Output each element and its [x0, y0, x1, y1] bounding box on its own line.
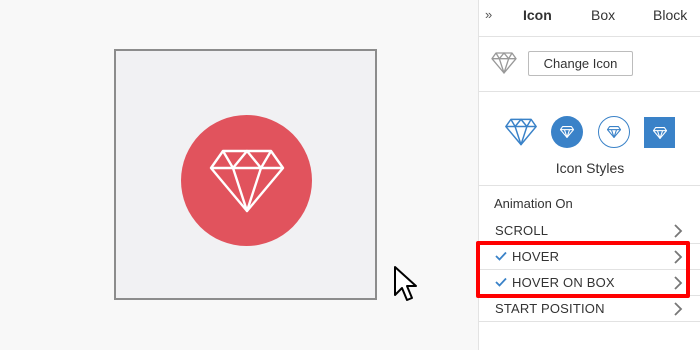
editor-canvas — [0, 0, 478, 350]
tab-icon[interactable]: Icon — [523, 7, 552, 23]
animation-item-start-position[interactable]: START POSITION — [479, 296, 700, 322]
animation-item-label: SCROLL — [495, 223, 549, 238]
icon-circle[interactable] — [181, 115, 312, 246]
tab-block[interactable]: Block — [653, 7, 687, 23]
chevron-right-icon — [674, 250, 683, 264]
chevron-right-icon — [674, 302, 683, 316]
diamond-icon — [491, 52, 517, 74]
tab-box[interactable]: Box — [591, 7, 615, 23]
mouse-cursor-icon — [394, 266, 417, 301]
chevron-right-icon — [674, 224, 683, 238]
icon-style-filled-square[interactable] — [644, 117, 675, 148]
animation-item-hover[interactable]: HOVER — [479, 244, 700, 270]
settings-panel: » Icon Box Block Change Icon Icon Styles… — [478, 0, 700, 350]
icon-style-outlined-circle[interactable] — [598, 116, 630, 148]
diamond-icon — [607, 126, 621, 138]
animation-title: Animation On — [494, 196, 573, 211]
divider — [479, 185, 700, 186]
divider — [479, 321, 700, 322]
animation-item-label: HOVER ON BOX — [512, 275, 615, 290]
diamond-icon — [505, 118, 537, 146]
panel-tabs: » Icon Box Block — [479, 0, 700, 32]
diamond-icon — [652, 126, 667, 139]
animation-item-scroll[interactable]: SCROLL — [479, 218, 700, 244]
animation-item-hover-on-box[interactable]: HOVER ON BOX — [479, 270, 700, 296]
checkmark-icon — [495, 277, 507, 287]
icon-style-plain[interactable] — [504, 115, 538, 149]
diamond-icon — [209, 149, 284, 212]
animation-item-label: HOVER — [512, 249, 560, 264]
divider — [479, 36, 700, 37]
checkmark-icon — [495, 251, 507, 261]
animation-item-label: START POSITION — [495, 301, 605, 316]
change-icon-button[interactable]: Change Icon — [528, 51, 633, 76]
icon-styles-label: Icon Styles — [555, 160, 625, 176]
chevron-right-icon — [674, 276, 683, 290]
icon-style-filled-circle[interactable] — [551, 116, 583, 148]
diamond-icon — [560, 126, 574, 138]
icon-box-element[interactable] — [114, 49, 377, 300]
divider — [479, 91, 700, 92]
collapse-panel-icon[interactable]: » — [485, 7, 492, 22]
